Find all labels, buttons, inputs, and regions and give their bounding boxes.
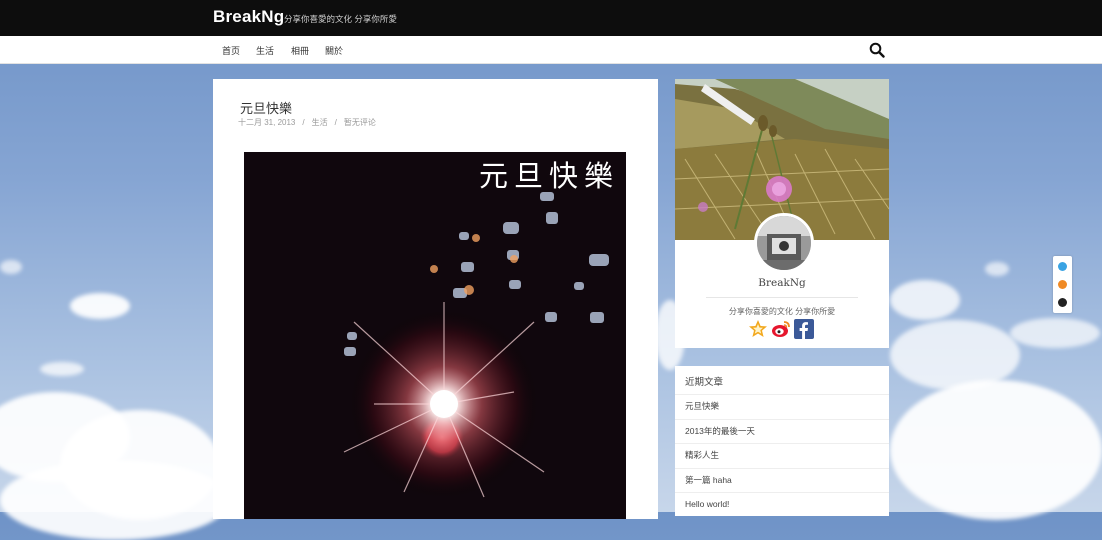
nav-item-life[interactable]: 生活	[256, 44, 274, 57]
search-icon[interactable]	[869, 42, 885, 58]
profile-tagline: 分享你喜愛的文化 分享你所愛	[728, 307, 836, 316]
meta-separator: /	[302, 118, 305, 127]
site-brand[interactable]: BreakNg	[213, 7, 284, 27]
list-item[interactable]: 元旦快樂	[675, 394, 889, 419]
post-meta: 十二月 31, 2013 / 生活 / 暂无评论	[238, 117, 376, 128]
list-item[interactable]: 第一篇 haha	[675, 467, 889, 493]
image-caption: 元旦快樂	[479, 159, 619, 193]
meta-separator: /	[334, 118, 337, 127]
recent-posts-widget: 近期文章 元旦快樂 2013年的最後一天 精彩人生 第一篇 haha Hello…	[675, 366, 889, 516]
profile-widget: BreakNg 分享你喜愛的文化 分享你所愛	[675, 79, 889, 348]
profile-name: BreakNg	[758, 277, 806, 289]
recent-posts-list: 元旦快樂 2013年的最後一天 精彩人生 第一篇 haha Hello worl…	[675, 394, 889, 517]
night-lights-photo: 元旦快樂	[244, 152, 626, 519]
floating-toolbar	[1053, 256, 1072, 313]
post-date[interactable]: 十二月 31, 2013	[238, 118, 295, 127]
widget-heading: 近期文章	[685, 377, 724, 388]
list-item[interactable]: 2013年的最後一天	[675, 418, 889, 444]
list-item[interactable]: Hello world!	[675, 492, 889, 517]
post-category[interactable]: 生活	[312, 118, 328, 127]
facebook-icon[interactable]	[794, 319, 814, 339]
main-navigation: 首页 生活 相冊 關於	[0, 36, 1102, 64]
star-icon[interactable]	[748, 319, 768, 339]
post-featured-image[interactable]: 元旦快樂	[244, 152, 626, 519]
list-item[interactable]: 精彩人生	[675, 443, 889, 468]
down-arrow-icon[interactable]	[1058, 298, 1067, 307]
up-arrow-icon[interactable]	[1058, 262, 1067, 271]
weibo-icon[interactable]	[771, 319, 791, 339]
post-comments-link[interactable]: 暂无评论	[344, 118, 376, 127]
nav-item-home[interactable]: 首页	[222, 44, 240, 57]
nav-item-album[interactable]: 相冊	[291, 44, 309, 57]
site-tagline: 分享你喜愛的文化 分享你所愛	[284, 14, 397, 24]
divider	[706, 297, 858, 298]
post-card: 元旦快樂 十二月 31, 2013 / 生活 / 暂无评论 元旦快樂	[213, 79, 658, 519]
post-title[interactable]: 元旦快樂	[240, 98, 292, 117]
avatar[interactable]	[754, 213, 814, 273]
comment-icon[interactable]	[1058, 280, 1067, 289]
nav-item-about[interactable]: 關於	[325, 44, 343, 57]
top-header-bar: BreakNg 分享你喜愛的文化 分享你所愛	[0, 0, 1102, 36]
